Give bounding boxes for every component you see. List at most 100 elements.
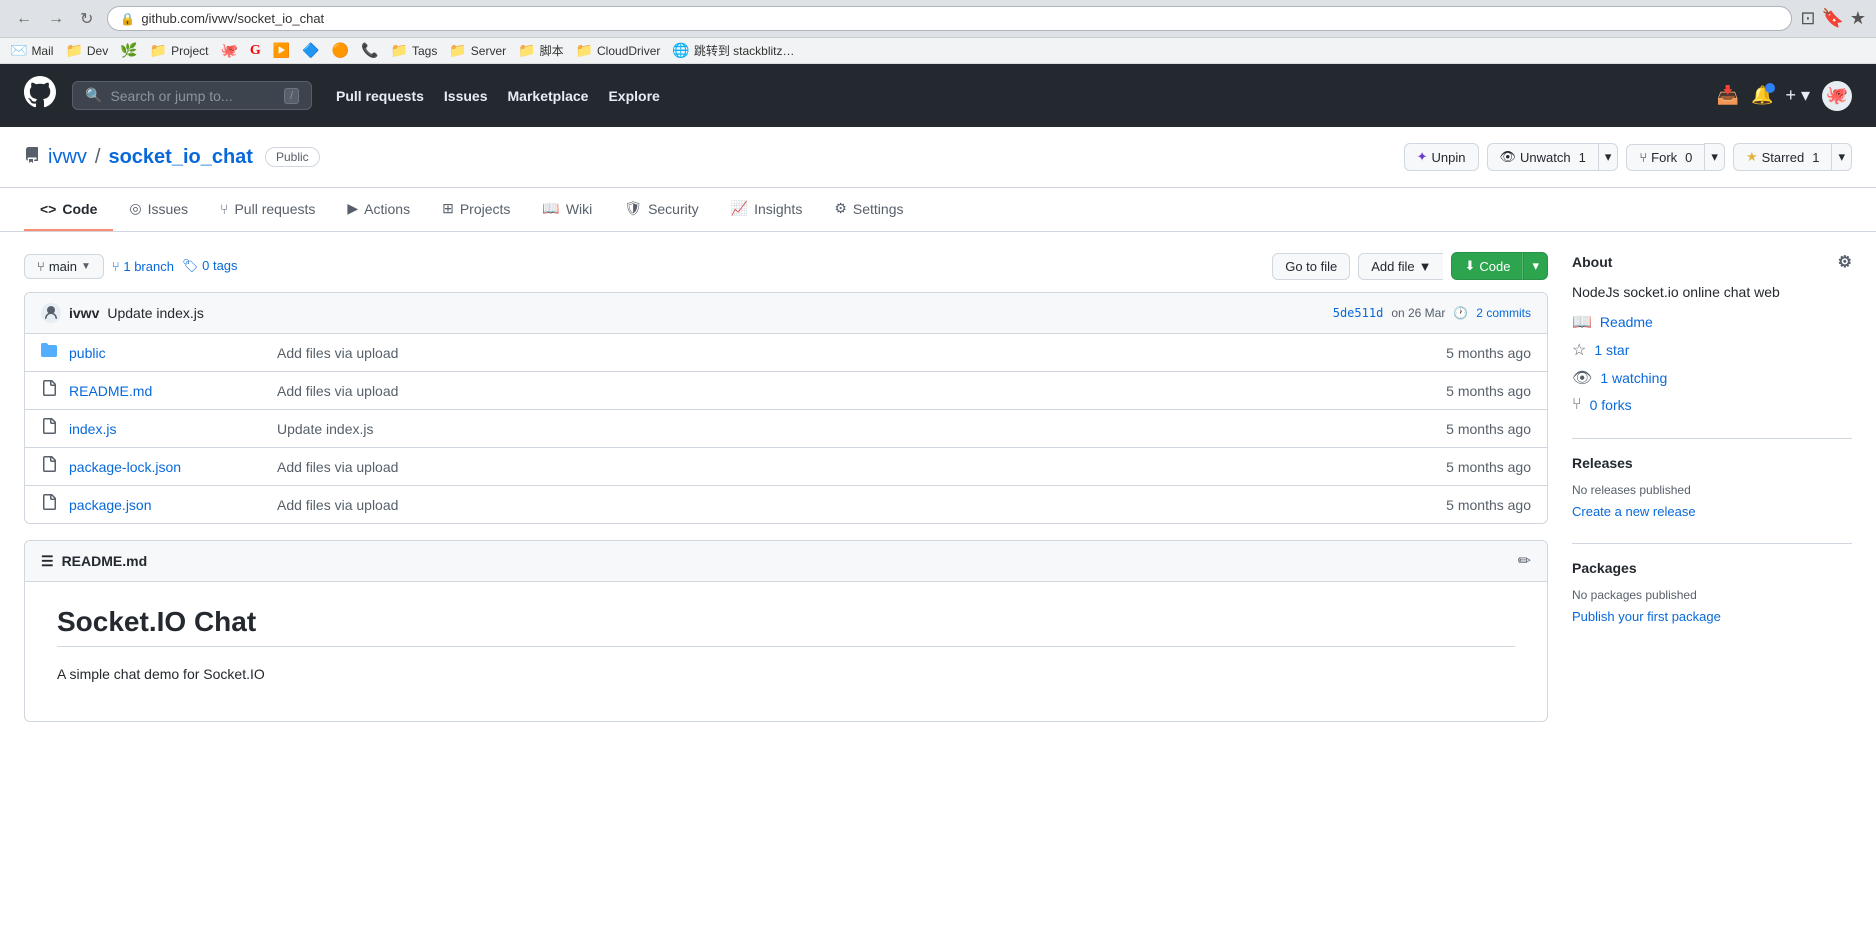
browser-navigation[interactable]: ← → ↻ <box>10 7 99 31</box>
tab-security[interactable]: 🛡 Security <box>608 188 714 231</box>
tab-actions[interactable]: ▶ Actions <box>331 188 426 231</box>
avatar[interactable]: 🐙 <box>1822 81 1852 111</box>
commit-author[interactable]: ivwv <box>69 305 99 321</box>
star-icon: ★ <box>1746 149 1758 165</box>
add-file-button[interactable]: Add file ▼ <box>1358 253 1443 280</box>
commits-count-link[interactable]: 2 commits <box>1476 306 1531 320</box>
bookmark-g[interactable]: G <box>250 43 261 59</box>
insights-icon: 📈 <box>731 200 748 217</box>
security-icon: 🛡 <box>624 200 642 217</box>
folder-icon: 📁 <box>449 42 466 59</box>
tab-wiki[interactable]: 📖 Wiki <box>526 188 608 231</box>
commit-hash-link[interactable]: 5de511d <box>1333 306 1384 320</box>
header-right: 📥 🔔 + ▾ 🐙 <box>1717 81 1852 111</box>
pr-icon: ⑂ <box>220 201 228 217</box>
bookmark-server[interactable]: 📁 Server <box>449 42 506 59</box>
repo-actions: ✦ Unpin 👁 Unwatch 1 ▾ ⑂ Fork 0 ▾ ★ Starr… <box>1404 143 1852 171</box>
fork-group: ⑂ Fork 0 ▾ <box>1626 143 1725 171</box>
star-dropdown-button[interactable]: ▾ <box>1831 143 1852 171</box>
unwatch-button[interactable]: 👁 Unwatch 1 <box>1487 143 1598 171</box>
publish-package-link[interactable]: Publish your first package <box>1572 609 1721 624</box>
bookmark-scripts[interactable]: 📁 脚本 <box>518 42 563 59</box>
file-age: 5 months ago <box>1411 497 1531 513</box>
repo-name-link[interactable]: socket_io_chat <box>108 146 253 169</box>
file-age: 5 months ago <box>1411 421 1531 437</box>
repo-icon <box>24 147 40 168</box>
fork-dropdown-button[interactable]: ▾ <box>1704 143 1725 171</box>
reload-button[interactable]: ↻ <box>74 7 99 31</box>
bookmark-tags[interactable]: 📁 Tags <box>391 42 438 59</box>
g-icon: G <box>250 43 261 59</box>
gear-icon[interactable]: ⚙ <box>1838 252 1852 272</box>
file-name-link[interactable]: index.js <box>69 421 269 437</box>
extension-icon-1[interactable]: ⊡ <box>1800 8 1815 29</box>
readme-title: ☰ README.md <box>41 553 147 570</box>
tab-pull-requests[interactable]: ⑂ Pull requests <box>204 189 331 231</box>
readme-link[interactable]: Readme <box>1600 314 1653 330</box>
bookmark-github[interactable]: 🐙 <box>220 42 237 59</box>
edit-readme-button[interactable]: ✏ <box>1518 551 1531 571</box>
bookmark-label: Mail <box>31 44 53 58</box>
unpin-button[interactable]: ✦ Unpin <box>1404 143 1479 171</box>
star-stat-icon: ☆ <box>1572 340 1586 360</box>
tab-issues[interactable]: ◎ Issues <box>113 188 204 231</box>
code-button[interactable]: ⬇ Code <box>1451 252 1523 280</box>
file-name-link[interactable]: package.json <box>69 497 269 513</box>
github-logo[interactable] <box>24 76 56 115</box>
bookmark-drive[interactable]: 🌿 <box>120 42 137 59</box>
forward-button[interactable]: → <box>42 7 70 31</box>
search-input[interactable]: 🔍 Search or jump to... / <box>72 81 312 110</box>
tag-icon: 🏷 <box>182 258 199 273</box>
commit-date: on 26 Mar <box>1391 306 1445 320</box>
repo-owner-link[interactable]: ivwv <box>48 146 87 169</box>
address-bar[interactable]: 🔒 github.com/ivwv/socket_io_chat <box>107 6 1792 31</box>
fork-stat-icon: ⑂ <box>1572 396 1582 414</box>
table-row: package-lock.json Add files via upload 5… <box>25 448 1547 486</box>
file-name-link[interactable]: package-lock.json <box>69 459 269 475</box>
bookmark-mail[interactable]: ✉️ Mail <box>10 42 53 59</box>
nav-issues[interactable]: Issues <box>444 88 488 104</box>
tag-count-link[interactable]: 🏷 0 tags <box>182 258 238 274</box>
bookmark-stackblitz[interactable]: 🌐 跳转到 stackblitz… <box>672 42 794 59</box>
file-name-link[interactable]: README.md <box>69 383 269 399</box>
create-release-link[interactable]: Create a new release <box>1572 504 1696 519</box>
branch-count-link[interactable]: ⑂ 1 branch <box>112 259 174 274</box>
extension-icon-2[interactable]: 🔖 <box>1821 8 1843 29</box>
nav-pull-requests[interactable]: Pull requests <box>336 88 424 104</box>
bookmark-youtube[interactable]: ▶️ <box>273 42 290 59</box>
fork-icon: ⑂ <box>1639 150 1647 165</box>
forks-stat-link[interactable]: 0 forks <box>1590 397 1632 413</box>
star-button[interactable]: ★ Starred 1 <box>1733 143 1832 171</box>
notifications-button[interactable]: 🔔 <box>1751 85 1773 106</box>
tab-projects[interactable]: ⊞ Projects <box>426 188 526 231</box>
extension-icon-3[interactable]: ★ <box>1850 8 1866 29</box>
tab-insights[interactable]: 📈 Insights <box>715 188 819 231</box>
bookmark-phone[interactable]: 📞 <box>361 42 378 59</box>
tab-settings[interactable]: ⚙ Settings <box>818 188 919 231</box>
inbox-button[interactable]: 📥 <box>1717 85 1739 106</box>
branch-selector[interactable]: ⑂ main ▼ <box>24 254 104 279</box>
bookmark-clouddriver[interactable]: 📁 CloudDriver <box>576 42 661 59</box>
go-to-file-button[interactable]: Go to file <box>1272 253 1350 280</box>
bookmark-blue[interactable]: 🔷 <box>302 42 319 59</box>
fork-button[interactable]: ⑂ Fork 0 <box>1626 144 1704 171</box>
sidebar-divider-1 <box>1572 438 1852 439</box>
watching-stat-link[interactable]: 1 watching <box>1600 370 1667 386</box>
bookmark-dev[interactable]: 📁 Dev <box>65 42 108 59</box>
back-button[interactable]: ← <box>10 7 38 31</box>
file-commit-msg: Add files via upload <box>277 459 1403 475</box>
nav-marketplace[interactable]: Marketplace <box>508 88 589 104</box>
bookmark-orange[interactable]: 🟠 <box>332 42 349 59</box>
star-stat-link[interactable]: 1 star <box>1594 342 1629 358</box>
bookmark-label: 脚本 <box>540 42 564 59</box>
bookmark-project[interactable]: 📁 Project <box>150 42 209 59</box>
nav-explore[interactable]: Explore <box>608 88 659 104</box>
create-button[interactable]: + ▾ <box>1785 85 1810 106</box>
url-text: github.com/ivwv/socket_io_chat <box>141 11 324 26</box>
sidebar-divider-2 <box>1572 543 1852 544</box>
code-dropdown-button[interactable]: ▾ <box>1523 252 1548 280</box>
watch-dropdown-button[interactable]: ▾ <box>1598 143 1619 171</box>
file-icon <box>41 380 61 401</box>
tab-code[interactable]: <> Code <box>24 189 113 231</box>
file-name-link[interactable]: public <box>69 345 269 361</box>
